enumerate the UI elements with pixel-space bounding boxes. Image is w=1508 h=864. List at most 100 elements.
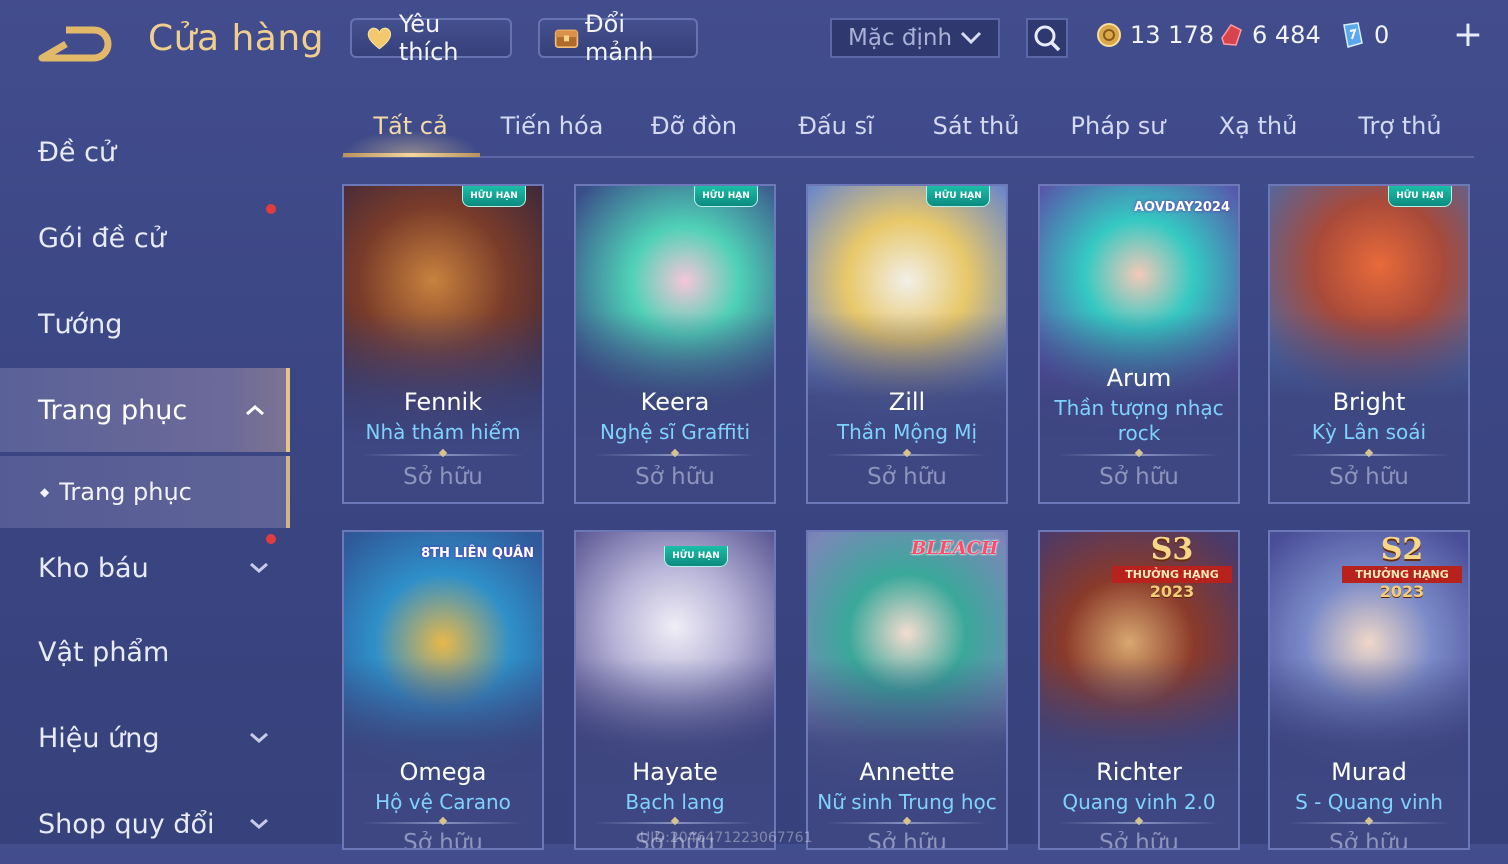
skin-name: Nữ sinh Trung học <box>817 790 997 814</box>
tab-support[interactable]: Trợ thủ <box>1332 112 1468 140</box>
hero-name: Omega <box>399 758 487 786</box>
voucher-balance: 6 484 <box>1218 18 1321 52</box>
exchange-shards-button[interactable]: Đổi mảnh <box>538 10 698 66</box>
tab-fighter[interactable]: Đấu sĩ <box>768 112 904 140</box>
tab-active-glow <box>343 130 480 154</box>
owned-status: Sở hữu <box>1099 830 1179 850</box>
tab-tank[interactable]: Đỡ đòn <box>626 112 762 140</box>
sort-dropdown[interactable]: Mặc định <box>830 18 1000 58</box>
owned-status: Sở hữu <box>635 464 715 490</box>
sidebar-item-label: Vật phẩm <box>38 636 170 668</box>
owned-status: Sở hữu <box>403 464 483 490</box>
tab-marksman[interactable]: Xạ thủ <box>1190 112 1326 140</box>
skin-card-annette[interactable]: BLEACH Annette Nữ sinh Trung học Sở hữu <box>806 530 1008 850</box>
sidebar-item-label: Shop quy đổi <box>38 808 215 840</box>
gem-value: 0 <box>1374 21 1390 49</box>
skin-name: Bạch lang <box>625 790 725 814</box>
owned-status: Sở hữu <box>867 464 947 490</box>
favorites-button[interactable]: Yêu thích <box>350 10 512 66</box>
sidebar-item-heroes[interactable]: Tướng <box>0 284 290 364</box>
back-arrow-icon[interactable] <box>36 22 116 66</box>
divider <box>826 454 988 456</box>
skin-card-murad[interactable]: S2 THƯỞNG HẠNG 2023 Murad S - Quang vinh… <box>1268 530 1470 850</box>
sidebar-item-label: Trang phục <box>38 394 188 426</box>
skin-card-bright[interactable]: HỮU HẠN Bright Kỳ Lân soái Sở hữu <box>1268 184 1470 504</box>
sidebar-item-skins[interactable]: Trang phục <box>0 368 290 452</box>
hero-name: Bright <box>1332 388 1406 416</box>
skin-name: Nhà thám hiểm <box>365 420 521 444</box>
divider <box>594 454 756 456</box>
chest-icon <box>554 29 579 49</box>
owned-status: Sở hữu <box>1329 464 1409 490</box>
page-title: Cửa hàng <box>148 18 325 59</box>
sort-value: Mặc định <box>848 25 953 51</box>
limited-badge: HỮU HẠN <box>1388 186 1452 207</box>
skin-card-hayate[interactable]: HỮU HẠN Hayate Bạch lang Sở hữu <box>574 530 776 850</box>
chevron-down-icon <box>960 31 982 45</box>
search-icon <box>1034 25 1061 52</box>
sidebar-subitem-skins[interactable]: ◆ Trang phục <box>0 456 290 528</box>
owned-status: Sở hữu <box>403 830 483 850</box>
sidebar-item-effects[interactable]: Hiệu ứng <box>0 698 290 778</box>
tab-assassin[interactable]: Sát thủ <box>908 112 1044 140</box>
rank-reward-label: THƯỞNG HẠNG <box>1112 566 1232 583</box>
skin-card-richter[interactable]: S3 THƯỞNG HẠNG 2023 Richter Quang vinh 2… <box>1038 530 1240 850</box>
hero-name: Arum <box>1106 364 1172 392</box>
gold-balance: 13 178 <box>1096 18 1214 52</box>
limited-badge: HỮU HẠN <box>462 186 526 207</box>
notification-dot <box>266 204 276 214</box>
divider <box>594 822 756 824</box>
diamond-bullet-icon: ◆ <box>40 485 50 499</box>
divider <box>362 822 524 824</box>
limited-badge: HỮU HẠN <box>926 186 990 207</box>
exchange-label: Đổi mảnh <box>585 10 654 66</box>
gold-coin-icon <box>1097 23 1121 47</box>
skin-name: Quang vinh 2.0 <box>1062 790 1216 814</box>
bleach-logo: BLEACH <box>911 538 998 559</box>
sidebar-item-items[interactable]: Vật phẩm <box>0 612 290 692</box>
sidebar-item-exchange-shop[interactable]: Shop quy đổi <box>0 784 290 864</box>
skin-card-zill[interactable]: HỮU HẠN Zill Thần Mộng Mị Sở hữu <box>806 184 1008 504</box>
sidebar-item-label: Hiệu ứng <box>38 722 160 754</box>
hero-name: Keera <box>640 388 710 416</box>
limited-badge: HỮU HẠN <box>694 186 758 207</box>
skin-card-arum[interactable]: AOVDAY2024 Arum Thần tượng nhạc rock Sở … <box>1038 184 1240 504</box>
sidebar-item-label: Tướng <box>38 308 123 340</box>
red-voucher-icon <box>1221 24 1242 46</box>
aov-day-logo: AOVDAY2024 <box>1133 200 1230 215</box>
chevron-down-icon <box>250 733 268 743</box>
chevron-down-icon <box>250 563 268 573</box>
skin-card-omega[interactable]: 8TH LIÊN QUÂN Omega Hộ vệ Carano Sở hữu <box>342 530 544 850</box>
divider <box>826 822 988 824</box>
season-label: S3 <box>1150 532 1194 567</box>
owned-status: Sở hữu <box>1099 464 1179 490</box>
chevron-down-icon <box>250 819 268 829</box>
notification-dot <box>266 534 276 544</box>
sidebar-item-label: Gói đề cử <box>38 222 166 254</box>
divider <box>1288 454 1450 456</box>
heart-icon <box>367 27 392 50</box>
sidebar-item-treasure[interactable]: Kho báu <box>0 528 290 608</box>
sidebar-item-label: Kho báu <box>38 552 149 584</box>
hero-name: Fennik <box>403 388 483 416</box>
sidebar-item-recommended[interactable]: Đề cử <box>0 112 290 192</box>
skin-name: Hộ vệ Carano <box>375 790 511 814</box>
rank-year: 2023 <box>1379 582 1425 601</box>
skin-name: Thần Mộng Mị <box>836 420 978 444</box>
hero-name: Hayate <box>632 758 718 786</box>
sidebar-subitem-label: Trang phục <box>59 478 192 506</box>
skin-card-keera[interactable]: HỮU HẠN Keera Nghệ sĩ Graffiti Sở hữu <box>574 184 776 504</box>
skin-card-fennik[interactable]: HỮU HẠN Fennik Nhà thám hiểm Sở hữu <box>342 184 544 504</box>
season-rank-badge: S2 THƯỞNG HẠNG 2023 <box>1342 534 1462 604</box>
divider <box>362 454 524 456</box>
limited-badge: HỮU HẠN <box>664 546 728 567</box>
tab-evolution[interactable]: Tiến hóa <box>484 112 620 140</box>
hero-name: Zill <box>888 388 926 416</box>
tab-mage[interactable]: Pháp sư <box>1050 112 1186 140</box>
add-currency-button[interactable]: + <box>1448 16 1488 56</box>
skin-name: Nghệ sĩ Graffiti <box>599 420 751 444</box>
rank-year: 2023 <box>1149 582 1195 601</box>
gold-value: 13 178 <box>1130 21 1214 49</box>
sidebar-item-bundles[interactable]: Gói đề cử <box>0 198 290 278</box>
search-button[interactable] <box>1026 18 1068 58</box>
